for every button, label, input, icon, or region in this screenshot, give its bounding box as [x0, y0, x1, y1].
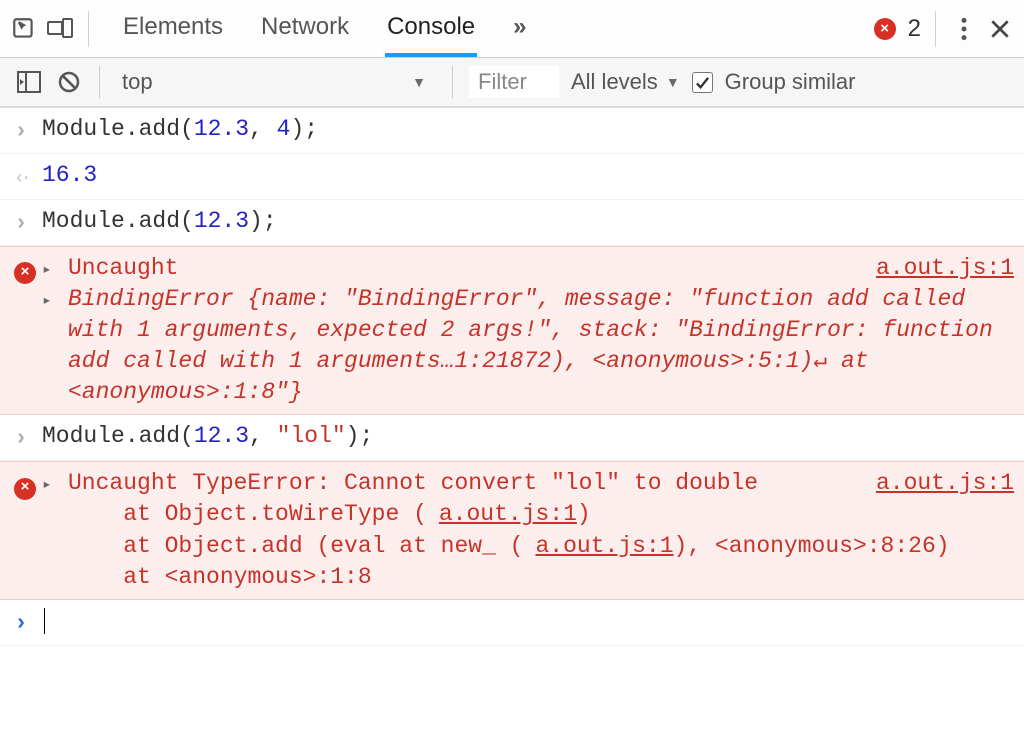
subbar-divider — [452, 66, 453, 98]
console-input-row: Module.add(12.3, 4); — [0, 108, 1024, 154]
expand-icon[interactable] — [42, 286, 52, 312]
stack-link[interactable]: a.out.js:1 — [439, 501, 577, 527]
tabs-more-icon[interactable]: » — [511, 0, 528, 57]
stack-link[interactable]: a.out.js:1 — [535, 533, 673, 559]
console-prompt-row[interactable] — [0, 600, 1024, 646]
output-value: 16.3 — [42, 162, 97, 188]
expand-icon[interactable] — [42, 255, 52, 281]
toggle-device-icon[interactable] — [46, 15, 74, 43]
console-sidebar-icon[interactable] — [15, 68, 43, 96]
subbar-divider — [99, 66, 100, 98]
filter-input[interactable]: Filter — [469, 66, 559, 98]
tab-console[interactable]: Console — [385, 0, 477, 57]
group-similar-label: Group similar — [725, 69, 856, 95]
console-input-row: Module.add(12.3, "lol"); — [0, 415, 1024, 461]
error-title: Uncaught TypeError: Cannot convert "lol"… — [68, 470, 758, 496]
input-chevron-icon — [14, 421, 42, 454]
clear-console-icon[interactable] — [55, 68, 83, 96]
context-label: top — [122, 69, 153, 95]
error-source-link[interactable]: a.out.js:1 — [876, 253, 1014, 284]
console-error-row: × a.out.js:1 Uncaught TypeError: Cannot … — [0, 461, 1024, 599]
log-levels-selector[interactable]: All levels ▼ — [571, 69, 680, 95]
error-count: 2 — [908, 15, 921, 43]
tab-network[interactable]: Network — [259, 0, 351, 57]
context-selector[interactable]: top ▼ — [116, 67, 436, 97]
tab-label: Elements — [123, 13, 223, 41]
console-error-row: × a.out.js:1 Uncaught BindingError {name… — [0, 246, 1024, 415]
toolbar-divider — [88, 11, 89, 47]
inspect-icon[interactable] — [10, 15, 38, 43]
toolbar-divider — [935, 11, 936, 47]
input-chevron-icon — [14, 114, 42, 147]
close-icon[interactable] — [986, 15, 1014, 43]
stack-trace: at Object.toWireType (a.out.js:1) at Obj… — [68, 499, 1014, 592]
tab-label: Console — [387, 13, 475, 41]
console-code: Module.add(12.3, 4); — [42, 114, 1014, 147]
error-icon: × — [14, 262, 36, 284]
levels-label: All levels — [571, 69, 658, 95]
output-chevron-icon — [14, 160, 42, 193]
input-chevron-icon — [14, 206, 42, 239]
console-code: Module.add(12.3); — [42, 206, 1014, 239]
chevron-down-icon: ▼ — [666, 74, 680, 90]
error-message: BindingError {name: "BindingError", mess… — [68, 284, 1014, 408]
console-code: Module.add(12.3, "lol"); — [42, 421, 1014, 454]
error-icon: × — [14, 478, 36, 500]
text-caret — [44, 608, 45, 634]
tab-elements[interactable]: Elements — [121, 0, 225, 57]
kebab-menu-icon[interactable] — [950, 15, 978, 43]
console-output-row: 16.3 — [0, 154, 1024, 200]
error-badge-icon[interactable]: × — [874, 18, 896, 40]
error-title: Uncaught — [68, 255, 178, 281]
expand-icon[interactable] — [42, 470, 52, 496]
tab-label: Network — [261, 13, 349, 41]
error-source-link[interactable]: a.out.js:1 — [876, 468, 1014, 499]
console-input-row: Module.add(12.3); — [0, 200, 1024, 246]
prompt-chevron-icon — [14, 606, 42, 639]
group-similar-checkbox[interactable] — [692, 72, 713, 93]
chevron-down-icon: ▼ — [412, 74, 426, 90]
